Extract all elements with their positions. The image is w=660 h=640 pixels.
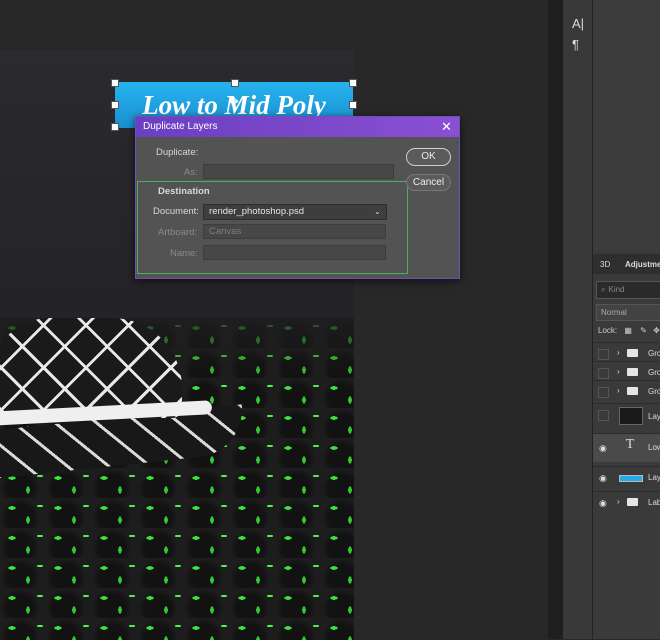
chevron-down-icon: ⌄ — [374, 207, 381, 216]
blend-mode-value: Normal — [601, 308, 627, 317]
dialog-titlebar[interactable]: Duplicate Layers ✕ — [136, 117, 459, 137]
document-value: render_photoshop.psd — [209, 206, 305, 217]
folder-icon — [627, 387, 638, 395]
eye-icon[interactable]: ◉ — [599, 473, 607, 484]
eye-icon[interactable]: ◉ — [599, 443, 607, 454]
dialog-title: Duplicate Layers — [143, 121, 218, 132]
layer-name: Gro — [648, 368, 660, 377]
as-field[interactable] — [203, 164, 394, 179]
chevron-right-icon[interactable]: › — [617, 367, 620, 376]
text-layer-icon: T — [625, 437, 635, 452]
chevron-right-icon[interactable]: › — [617, 386, 620, 395]
layer-filter-kind: Kind — [608, 285, 625, 294]
lock-position-icon[interactable]: ✥ — [653, 326, 660, 335]
transform-handle-right[interactable] — [349, 101, 357, 109]
layer-name: Gro — [648, 349, 660, 358]
eye-icon[interactable]: ◉ — [599, 498, 607, 509]
transform-handle-top-left[interactable] — [111, 79, 119, 87]
lock-row: Lock: ▦ ✎ ✥ — [598, 326, 660, 335]
layer-row[interactable]: Lay — [593, 403, 660, 430]
name-field[interactable] — [203, 245, 386, 260]
folder-icon — [627, 368, 638, 376]
transform-handle-top[interactable] — [231, 79, 239, 87]
name-label: Name: — [170, 248, 198, 259]
document-label: Document: — [153, 206, 199, 217]
chevron-right-icon[interactable]: › — [617, 497, 620, 506]
move-cursor-icon: ✥ — [228, 94, 239, 109]
search-icon: ⌕ — [601, 285, 606, 294]
visibility-toggle[interactable] — [598, 349, 609, 360]
layer-filter-search[interactable]: ⌕ Kind — [596, 281, 660, 299]
transform-handle-left[interactable] — [111, 101, 119, 109]
tab-3d[interactable]: 3D — [600, 260, 610, 269]
document-dropdown[interactable]: render_photoshop.psd ⌄ — [203, 204, 387, 220]
layer-row[interactable]: › Gro — [593, 380, 660, 403]
visibility-toggle[interactable] — [598, 410, 609, 421]
layer-row-selected[interactable]: ◉ T Low — [593, 433, 660, 462]
layer-row[interactable]: ◉ › Lab — [593, 491, 660, 514]
layer-thumbnail — [619, 407, 643, 425]
transform-handle-bottom-left[interactable] — [111, 123, 119, 131]
layer-name: Lay — [648, 473, 660, 482]
duplicate-layers-dialog: Duplicate Layers ✕ Duplicate: As: Destin… — [135, 116, 460, 279]
visibility-toggle[interactable] — [598, 387, 609, 398]
artboard-dropdown[interactable]: Canvas — [203, 224, 386, 239]
layer-name: Gro — [648, 387, 660, 396]
panel-divider — [548, 0, 562, 639]
ok-button[interactable]: OK — [406, 148, 451, 166]
chevron-right-icon[interactable]: › — [617, 348, 620, 357]
artboard-label: Artboard: — [158, 227, 198, 238]
layer-thumbnail — [619, 475, 643, 482]
blend-mode-dropdown[interactable]: Normal — [596, 304, 660, 321]
tab-adjustments[interactable]: Adjustme — [625, 260, 660, 269]
character-panel-icon[interactable]: A| — [572, 16, 584, 31]
cancel-button[interactable]: Cancel — [406, 174, 451, 191]
transform-handle-top-right[interactable] — [349, 79, 357, 87]
upper-panel — [593, 0, 660, 250]
layer-name: Lab — [648, 498, 660, 507]
render-image — [0, 318, 354, 640]
panel-icon-strip — [562, 0, 593, 639]
layer-name: Lay — [648, 412, 660, 421]
destination-label: Destination — [158, 186, 210, 197]
lock-brush-icon[interactable]: ✎ — [640, 326, 647, 335]
lock-label: Lock: — [598, 326, 618, 335]
visibility-toggle[interactable] — [598, 368, 609, 379]
lock-transparency-icon[interactable]: ▦ — [624, 326, 632, 335]
folder-icon — [627, 498, 638, 506]
duplicate-label: Duplicate: — [156, 147, 199, 158]
layer-row[interactable]: ◉ Lay — [593, 466, 660, 491]
close-icon[interactable]: ✕ — [441, 119, 452, 135]
document-workspace[interactable]: Low to Mid Poly ✥ — [0, 0, 548, 640]
as-label: As: — [184, 167, 198, 178]
layer-name: Low — [648, 443, 660, 452]
paragraph-panel-icon[interactable]: ¶ — [572, 37, 579, 52]
artboard-value: Canvas — [209, 226, 242, 237]
folder-icon — [627, 349, 638, 357]
